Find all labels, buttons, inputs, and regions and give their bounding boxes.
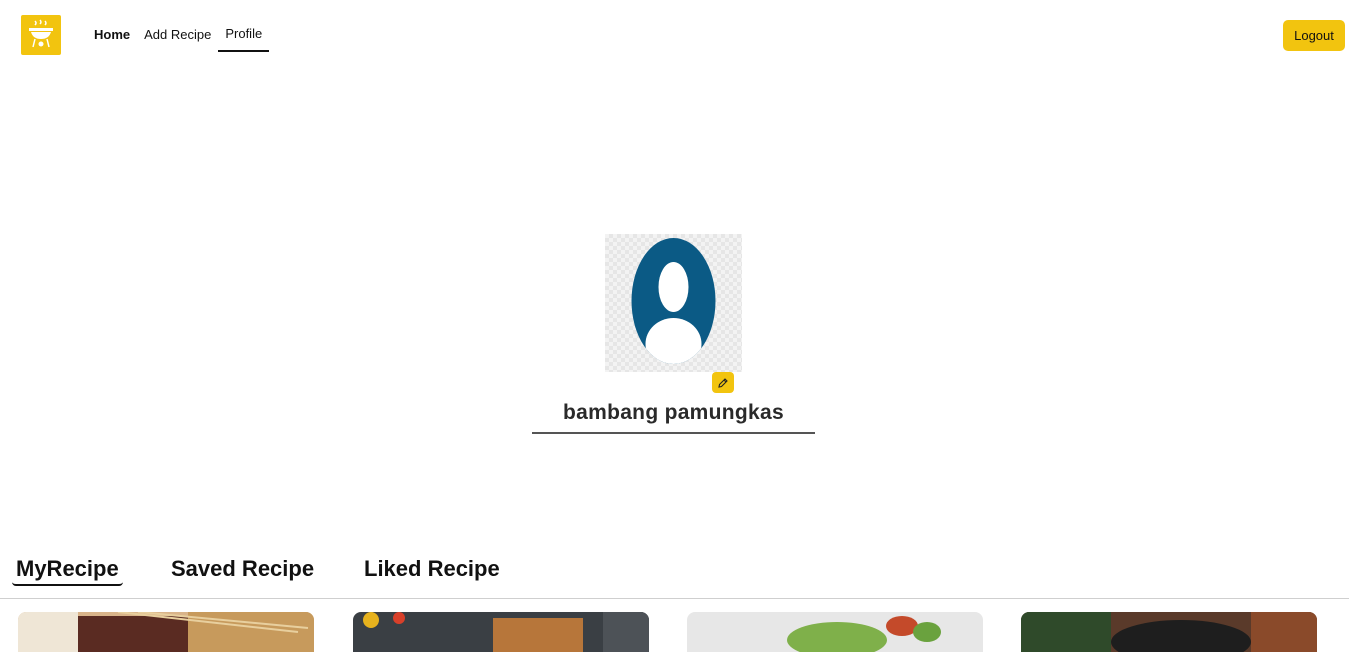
tab-saved-recipe[interactable]: Saved Recipe (167, 556, 318, 584)
user-avatar-icon (605, 234, 742, 372)
grill-logo-icon[interactable] (21, 15, 61, 55)
nav-link-add-recipe[interactable]: Add Recipe (143, 25, 212, 51)
recipe-card[interactable] (353, 612, 649, 652)
dark-bowl-dish-photo (1021, 612, 1317, 652)
navbar: Home Add Recipe Profile Logout (0, 0, 1349, 70)
recipe-cards (0, 612, 1349, 652)
recipe-card[interactable] (18, 612, 314, 652)
nav-link-home[interactable]: Home (93, 25, 131, 51)
recipe-card[interactable] (1021, 612, 1317, 652)
logout-button[interactable]: Logout (1283, 20, 1345, 51)
tab-myrecipe[interactable]: MyRecipe (12, 556, 123, 586)
recipe-tabs: MyRecipe Saved Recipe Liked Recipe (0, 552, 1349, 599)
tab-liked-recipe[interactable]: Liked Recipe (360, 556, 504, 584)
pencil-icon (718, 377, 728, 388)
satay-skewers-photo (18, 612, 314, 652)
username-field[interactable]: bambang pamungkas (532, 398, 815, 434)
grilled-food-photo (353, 612, 649, 652)
edit-avatar-button[interactable] (712, 372, 734, 393)
recipe-card[interactable] (687, 612, 983, 652)
nav-link-profile[interactable]: Profile (218, 24, 270, 52)
nav-links: Home Add Recipe Profile (93, 24, 275, 52)
salad-bowl-photo (687, 612, 983, 652)
